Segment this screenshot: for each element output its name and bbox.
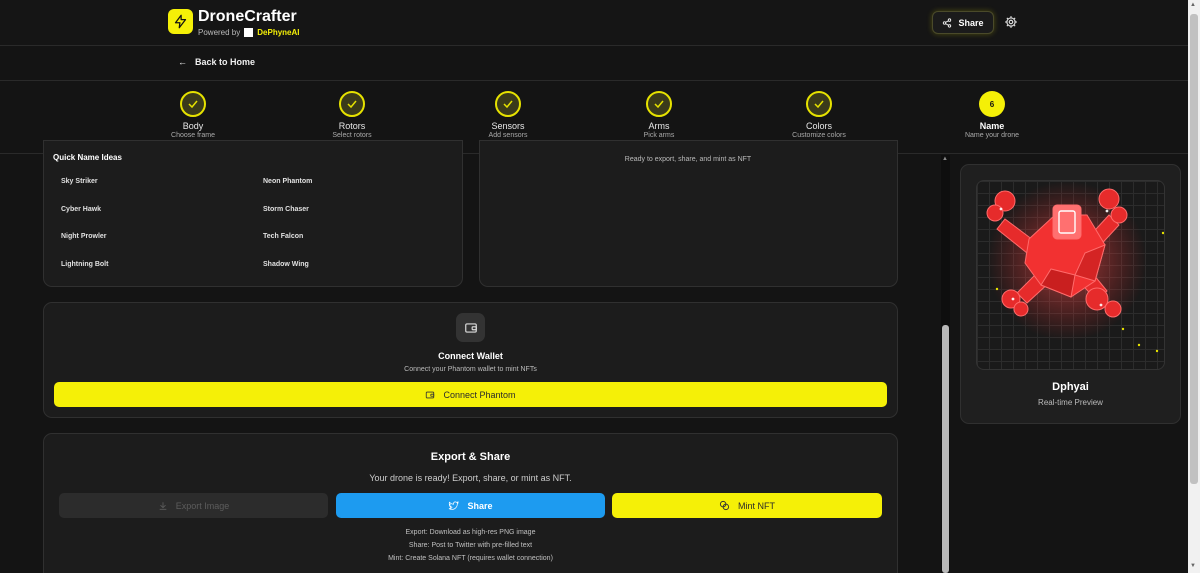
step-sub: Choose frame <box>171 132 215 139</box>
connect-phantom-button[interactable]: Connect Phantom <box>54 382 887 407</box>
step-sub: Select rotors <box>332 132 372 139</box>
check-icon <box>806 91 832 117</box>
quick-names-title: Quick Name Ideas <box>53 153 122 162</box>
connect-wallet-title: Connect Wallet <box>438 351 503 361</box>
step-colors[interactable]: Colors Customize colors <box>759 91 879 139</box>
step-sub: Add sensors <box>488 132 528 139</box>
mint-nft-button[interactable]: Mint NFT <box>612 493 882 518</box>
step-sub: Pick arms <box>643 132 675 139</box>
scroll-up-icon[interactable]: ▲ <box>942 156 948 162</box>
step-rotors[interactable]: Rotors Select rotors <box>292 91 412 139</box>
step-sensors[interactable]: Sensors Add sensors <box>448 91 568 139</box>
name-idea[interactable]: Sky Striker <box>61 178 98 185</box>
share-twitter-button[interactable]: Share <box>336 493 605 518</box>
check-icon <box>180 91 206 117</box>
download-icon <box>159 501 167 510</box>
name-idea[interactable]: Cyber Hawk <box>61 206 101 213</box>
back-to-home-link[interactable]: ← Back to Home <box>178 57 255 67</box>
header-share-label: Share <box>958 17 984 28</box>
twitter-icon <box>449 501 460 510</box>
ready-text: Ready to export, share, and mint as NFT <box>624 156 752 163</box>
step-label: Arms <box>648 121 670 131</box>
preview-subtitle: Real-time Preview <box>1038 398 1103 407</box>
name-idea[interactable]: Storm Chaser <box>263 206 309 213</box>
name-idea[interactable]: Tech Falcon <box>263 233 303 240</box>
drone-icon <box>986 181 1164 353</box>
name-idea[interactable]: Lightning Bolt <box>61 261 108 268</box>
step-arms[interactable]: Arms Pick arms <box>599 91 719 139</box>
step-sub: Name your drone <box>964 132 1020 139</box>
coins-icon <box>719 500 730 511</box>
check-icon <box>495 91 521 117</box>
name-idea[interactable]: Night Prowler <box>61 233 107 240</box>
name-idea[interactable]: Shadow Wing <box>263 261 309 268</box>
export-image-button[interactable]: Export Image <box>59 493 328 518</box>
export-image-label: Export Image <box>175 500 230 511</box>
step-name[interactable]: 6 Name Name your drone <box>932 91 1052 139</box>
step-label: Colors <box>805 121 832 131</box>
export-subtitle: Your drone is ready! Export, share, or m… <box>369 473 572 483</box>
wallet-icon <box>456 313 485 342</box>
step-sub: Customize colors <box>792 132 846 139</box>
drone-preview-canvas[interactable] <box>976 180 1165 370</box>
step-number: 6 <box>979 91 1005 117</box>
share-icon <box>943 17 952 28</box>
wallet-icon <box>426 391 435 398</box>
scroll-up-arrow-icon[interactable]: ▲ <box>1190 2 1196 8</box>
check-icon <box>339 91 365 117</box>
step-label: Sensors <box>491 121 525 131</box>
connect-wallet-subtitle: Connect your Phantom wallet to mint NFTs <box>404 366 537 373</box>
step-label: Body <box>182 121 204 131</box>
check-icon <box>646 91 672 117</box>
gear-icon[interactable] <box>1004 15 1018 29</box>
company-logo-icon <box>244 28 254 37</box>
content-scroll-thumb[interactable] <box>942 325 949 573</box>
connect-phantom-label: Connect Phantom <box>443 389 516 400</box>
step-label: Name <box>979 121 1005 131</box>
export-title: Export & Share <box>430 451 511 463</box>
lightning-logo-icon[interactable] <box>168 9 193 34</box>
powered-by: Powered by DePhyneAI <box>198 28 299 37</box>
window-scroll-thumb[interactable] <box>1190 14 1198 484</box>
export-note: Export: Download as high-res PNG image <box>405 529 536 536</box>
mint-nft-label: Mint NFT <box>738 500 775 511</box>
mint-note: Mint: Create Solana NFT (requires wallet… <box>388 555 553 562</box>
powered-by-label: Powered by <box>198 28 241 37</box>
header-share-button[interactable]: Share <box>932 11 994 34</box>
share-label: Share <box>467 500 493 511</box>
step-body[interactable]: Body Choose frame <box>133 91 253 139</box>
arrow-left-icon: ← <box>178 57 187 67</box>
back-to-home-label: Back to Home <box>195 57 256 67</box>
company-name: DePhyneAI <box>257 28 300 37</box>
brand-name: DroneCrafter <box>198 8 297 25</box>
step-label: Rotors <box>338 121 366 131</box>
drone-name: Dphyai <box>1052 381 1089 393</box>
scroll-down-arrow-icon[interactable]: ▼ <box>1190 563 1196 569</box>
share-note: Share: Post to Twitter with pre-filled t… <box>408 542 533 549</box>
name-idea[interactable]: Neon Phantom <box>263 178 312 185</box>
